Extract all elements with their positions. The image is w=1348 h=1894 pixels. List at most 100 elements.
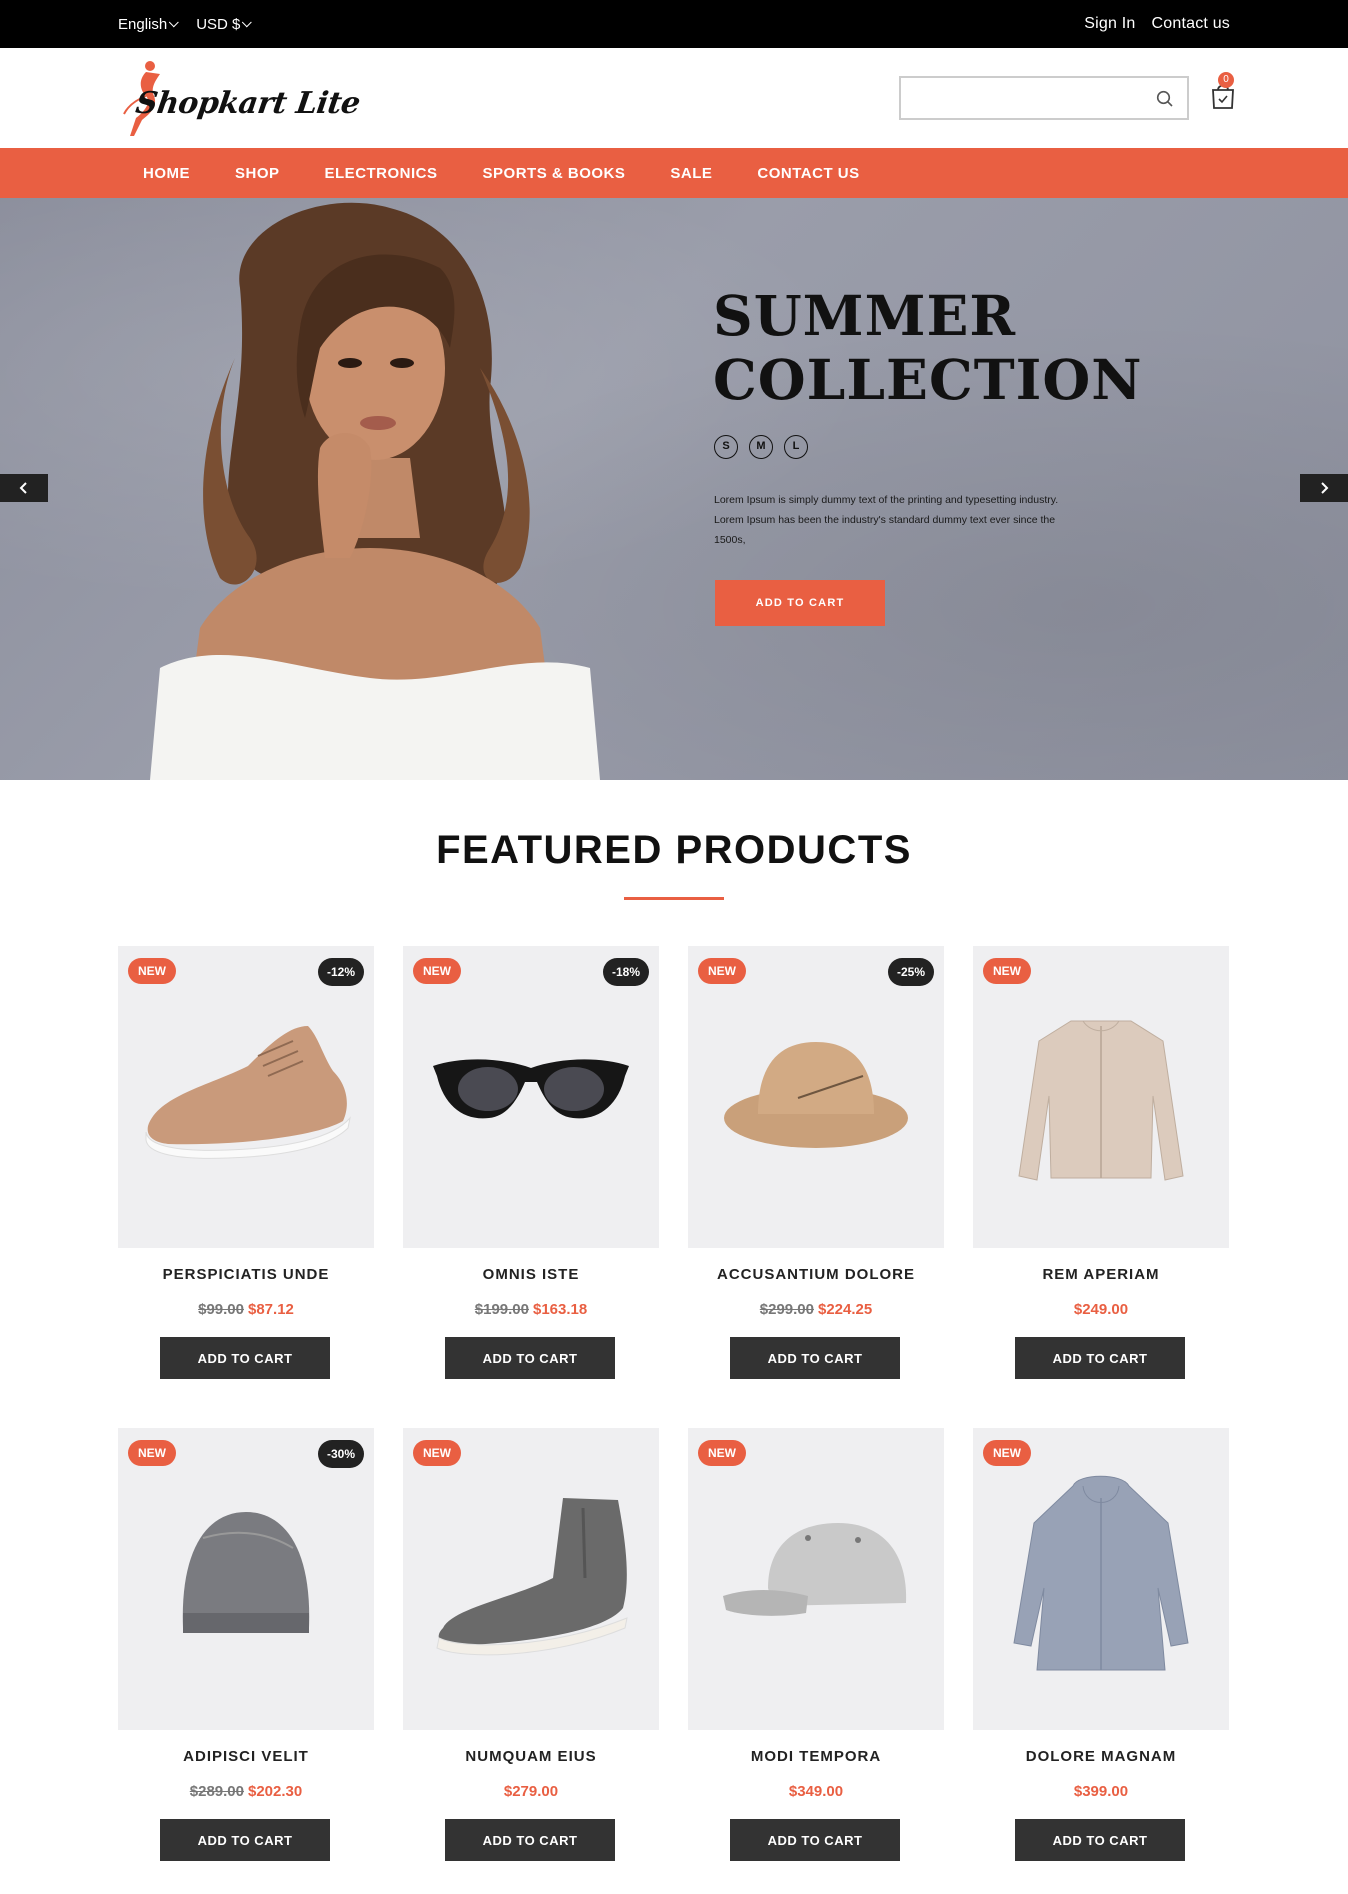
contact-link[interactable]: Contact us <box>1152 15 1230 33</box>
product-name[interactable]: PERSPICIATIS UNDE <box>118 1266 374 1283</box>
product-name[interactable]: ADIPISCI VELIT <box>118 1748 374 1765</box>
add-to-cart-button[interactable]: ADD TO CART <box>445 1337 615 1379</box>
size-option-l[interactable]: L <box>784 435 808 459</box>
sale-price: $349.00 <box>788 1783 844 1800</box>
cart-count-badge: 0 <box>1218 72 1234 88</box>
new-badge: NEW <box>698 958 746 984</box>
cap-icon <box>723 1523 907 1616</box>
product-price: $199.00 $163.18 <box>403 1301 659 1318</box>
language-dropdown[interactable]: English <box>118 15 179 33</box>
slider-prev-button[interactable] <box>0 474 48 502</box>
product-price: $399.00 <box>973 1783 1229 1800</box>
search-icon[interactable] <box>1155 89 1175 109</box>
title-underline <box>624 897 724 900</box>
main-nav: HOME SHOP ELECTRONICS SPORTS & BOOKS SAL… <box>0 148 1348 198</box>
product-price: $349.00 <box>688 1783 944 1800</box>
sale-price: $202.30 <box>248 1783 303 1800</box>
sale-price: $249.00 <box>1073 1301 1129 1318</box>
hero-description: Lorem Ipsum is simply dummy text of the … <box>714 494 1059 546</box>
product-name[interactable]: REM APERIAM <box>973 1266 1229 1283</box>
product-name[interactable]: MODI TEMPORA <box>688 1748 944 1765</box>
top-bar: English USD $ Sign In Contact us <box>0 0 1348 48</box>
product-image[interactable] <box>973 946 1229 1248</box>
featured-title: FEATURED PRODUCTS <box>436 828 912 872</box>
product-image[interactable] <box>688 1428 944 1730</box>
product-image[interactable] <box>118 1428 374 1730</box>
product-price: $249.00 <box>973 1301 1229 1318</box>
sunglasses-icon <box>433 1059 629 1119</box>
add-to-cart-button[interactable]: ADD TO CART <box>1015 1819 1185 1861</box>
new-badge: NEW <box>698 1440 746 1466</box>
nav-item-contact[interactable]: CONTACT US <box>757 165 859 182</box>
add-to-cart-button[interactable]: ADD TO CART <box>730 1337 900 1379</box>
sale-price: $163.18 <box>533 1301 588 1318</box>
nav-item-sports-books[interactable]: SPORTS & BOOKS <box>483 165 626 182</box>
nav-item-sale[interactable]: SALE <box>670 165 712 182</box>
jacket-icon <box>1018 1020 1184 1181</box>
add-to-cart-button[interactable]: ADD TO CART <box>445 1819 615 1861</box>
sale-price: $399.00 <box>1073 1783 1129 1800</box>
discount-badge: -18% <box>602 958 649 986</box>
currency-label: USD $ <box>196 15 241 33</box>
boot-icon <box>436 1498 628 1656</box>
discount-badge: -30% <box>317 1440 364 1468</box>
product-name[interactable]: NUMQUAM EIUS <box>403 1748 659 1765</box>
add-to-cart-button[interactable]: ADD TO CART <box>160 1819 330 1861</box>
product-price: $299.00 $224.25 <box>688 1301 944 1318</box>
logo[interactable]: Shopkart Lite <box>116 56 362 142</box>
new-badge: NEW <box>983 1440 1031 1466</box>
product-image[interactable] <box>973 1428 1229 1730</box>
product-price: $289.00 $202.30 <box>118 1783 374 1800</box>
logo-text: Shopkart Lite <box>133 86 363 121</box>
chevron-left-icon <box>19 482 27 494</box>
product-image[interactable] <box>118 946 374 1248</box>
sale-price: $87.12 <box>248 1301 294 1318</box>
sneaker-icon <box>145 1026 351 1159</box>
slider-next-button[interactable] <box>1300 474 1348 502</box>
product-name[interactable]: ACCUSANTIUM DOLORE <box>688 1266 944 1283</box>
new-badge: NEW <box>983 958 1031 984</box>
hat-icon <box>724 1042 908 1148</box>
nav-item-shop[interactable]: SHOP <box>235 165 280 182</box>
add-to-cart-button[interactable]: ADD TO CART <box>160 1337 330 1379</box>
currency-dropdown[interactable]: USD $ <box>196 15 253 33</box>
hero-title-line2: COLLECTION <box>713 347 1143 412</box>
search-box <box>899 76 1189 120</box>
nav-item-home[interactable]: HOME <box>143 165 190 182</box>
beanie-icon <box>182 1512 310 1633</box>
discount-badge: -25% <box>887 958 934 986</box>
site-header: Shopkart Lite 0 <box>0 48 1348 148</box>
hero-add-to-cart-button[interactable]: ADD TO CART <box>715 580 885 626</box>
new-badge: NEW <box>128 958 176 984</box>
product-name[interactable]: OMNIS ISTE <box>403 1266 659 1283</box>
size-option-s[interactable]: S <box>714 435 738 459</box>
chevron-down-icon <box>242 16 253 27</box>
add-to-cart-button[interactable]: ADD TO CART <box>1015 1337 1185 1379</box>
sale-price: $224.25 <box>818 1301 873 1318</box>
nav-item-electronics[interactable]: ELECTRONICS <box>325 165 438 182</box>
hero-title-line1: SUMMER <box>713 283 1017 348</box>
old-price: $199.00 <box>474 1301 529 1318</box>
product-image[interactable] <box>403 1428 659 1730</box>
search-input[interactable] <box>909 84 1139 112</box>
sign-in-link[interactable]: Sign In <box>1084 15 1135 33</box>
new-badge: NEW <box>413 1440 461 1466</box>
product-price: $279.00 <box>403 1783 659 1800</box>
old-price: $289.00 <box>189 1783 244 1800</box>
add-to-cart-button[interactable]: ADD TO CART <box>730 1819 900 1861</box>
new-badge: NEW <box>413 958 461 984</box>
hero-slider: SUMMER COLLECTION S M L Lorem Ipsum is s… <box>0 198 1348 780</box>
sale-price: $279.00 <box>503 1783 559 1800</box>
product-image[interactable] <box>403 946 659 1248</box>
old-price: $299.00 <box>759 1301 814 1318</box>
product-image[interactable] <box>688 946 944 1248</box>
old-price: $99.00 <box>198 1301 244 1318</box>
size-option-m[interactable]: M <box>749 435 773 459</box>
size-options: S M L <box>714 435 808 459</box>
product-name[interactable]: DOLORE MAGNAM <box>973 1748 1229 1765</box>
new-badge: NEW <box>128 1440 176 1466</box>
cart-button[interactable]: 0 <box>1208 72 1238 112</box>
hero-model-image <box>150 202 600 780</box>
language-label: English <box>118 15 168 33</box>
chevron-right-icon <box>1321 482 1329 494</box>
